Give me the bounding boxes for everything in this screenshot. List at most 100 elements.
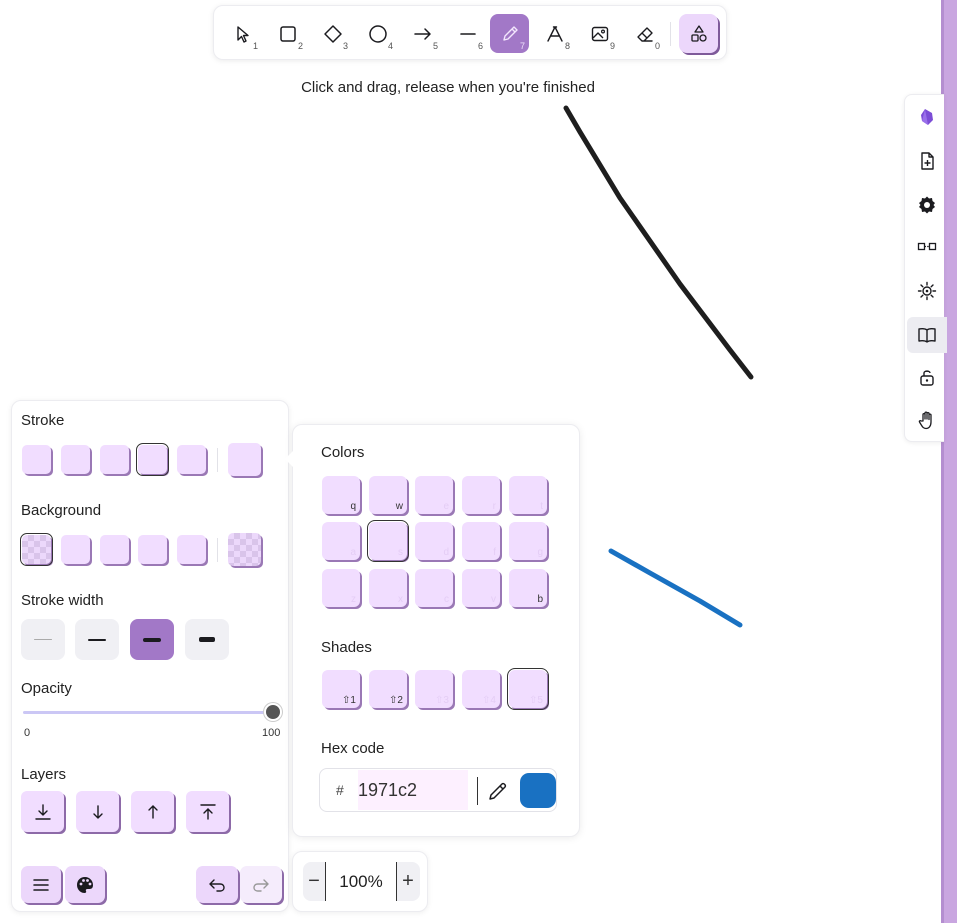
stroke-color-swatch[interactable] bbox=[22, 445, 51, 474]
main-menu-button[interactable] bbox=[21, 866, 61, 903]
undo-icon bbox=[209, 878, 225, 892]
palette-color-swatch[interactable]: d bbox=[415, 522, 453, 560]
excalidraw-app: 1 2 3 4 5 6 7 8 9 0 Click and drag, rele… bbox=[0, 0, 957, 923]
hex-code-field: # 1971c2 bbox=[319, 768, 557, 812]
send-backward-button[interactable] bbox=[76, 791, 119, 832]
swatch-key: ⇧4 bbox=[482, 695, 496, 706]
tool-arrow[interactable]: 5 bbox=[403, 14, 442, 53]
tool-selection[interactable]: 1 bbox=[223, 14, 262, 53]
extra-tools-button[interactable] bbox=[679, 14, 718, 53]
tool-key: 1 bbox=[252, 41, 258, 51]
background-color-swatch[interactable] bbox=[61, 535, 90, 564]
stroke-width-heavy-button[interactable] bbox=[185, 619, 229, 660]
bring-to-front-button[interactable] bbox=[186, 791, 229, 832]
redo-button[interactable] bbox=[240, 866, 282, 903]
swatch-key: f bbox=[493, 547, 496, 558]
stroke-width-bold-button[interactable] bbox=[75, 619, 119, 660]
library-button[interactable] bbox=[907, 317, 947, 353]
palette-color-swatch[interactable]: c bbox=[415, 569, 453, 607]
shade-swatch[interactable]: ⇧3 bbox=[415, 670, 453, 708]
background-transparent-swatch[interactable] bbox=[20, 533, 53, 566]
sun-gear-icon bbox=[917, 281, 937, 301]
zoom-group: − 100% + bbox=[303, 862, 420, 901]
undo-button[interactable] bbox=[196, 866, 238, 903]
shade-swatch-selected[interactable]: ⇧5 bbox=[507, 668, 549, 710]
hex-code-input[interactable]: 1971c2 bbox=[358, 770, 468, 810]
stroke-width-extra-bold-button[interactable] bbox=[130, 619, 174, 660]
tool-text[interactable]: 8 bbox=[535, 14, 574, 53]
zoom-out-button[interactable]: − bbox=[303, 862, 325, 901]
lock-button[interactable] bbox=[907, 359, 947, 395]
palette-color-swatch[interactable]: r bbox=[462, 476, 500, 514]
stroke-custom-color-button[interactable] bbox=[228, 443, 261, 476]
bring-forward-button[interactable] bbox=[131, 791, 174, 832]
palette-color-swatch-selected[interactable]: s bbox=[367, 520, 409, 562]
palette-color-swatch[interactable]: e bbox=[415, 476, 453, 514]
freedraw-stroke-blue[interactable] bbox=[608, 548, 743, 628]
toolbar-divider bbox=[670, 22, 671, 46]
shade-swatch[interactable]: ⇧4 bbox=[462, 670, 500, 708]
hand-tool-button[interactable] bbox=[907, 402, 947, 438]
swatch-key: s bbox=[398, 547, 403, 558]
pointer-icon bbox=[236, 25, 249, 43]
palette-color-swatch[interactable]: v bbox=[462, 569, 500, 607]
stroke-color-swatch[interactable] bbox=[177, 445, 206, 474]
arrow-down-icon bbox=[92, 804, 103, 819]
tool-eraser[interactable]: 0 bbox=[625, 14, 664, 53]
new-file-button[interactable] bbox=[907, 143, 947, 179]
file-plus-icon bbox=[921, 152, 934, 170]
stroke-color-swatch[interactable] bbox=[61, 445, 90, 474]
tool-rectangle[interactable]: 2 bbox=[268, 14, 307, 53]
settings-button[interactable] bbox=[907, 187, 947, 223]
palette-color-swatch[interactable]: z bbox=[322, 569, 360, 607]
palette-color-swatch[interactable]: g bbox=[509, 522, 547, 560]
opacity-slider-track[interactable] bbox=[23, 711, 273, 714]
background-color-swatch[interactable] bbox=[100, 535, 129, 564]
opacity-slider-thumb[interactable] bbox=[264, 703, 282, 721]
palette-color-swatch[interactable]: x bbox=[369, 569, 407, 607]
stroke-title: Stroke bbox=[21, 412, 65, 429]
stroke-color-swatch-selected[interactable] bbox=[136, 443, 169, 476]
stroke-width-thin-button[interactable] bbox=[21, 619, 65, 660]
eraser-icon bbox=[636, 26, 653, 42]
tool-draw[interactable]: 7 bbox=[490, 14, 529, 53]
palette-color-swatch[interactable]: q bbox=[322, 476, 360, 514]
stroke-color-swatch[interactable] bbox=[100, 445, 129, 474]
freedraw-stroke-black[interactable] bbox=[563, 105, 754, 380]
palette-color-swatch[interactable]: a bbox=[322, 522, 360, 560]
tool-line[interactable]: 6 bbox=[448, 14, 487, 53]
main-toolbar: 1 2 3 4 5 6 7 8 9 0 bbox=[213, 5, 727, 60]
swatch-key: ⇧1 bbox=[342, 695, 356, 706]
tool-diamond[interactable]: 3 bbox=[313, 14, 352, 53]
book-open-icon bbox=[918, 328, 936, 343]
tool-key: 7 bbox=[519, 41, 525, 51]
background-custom-color-button[interactable] bbox=[228, 533, 261, 566]
zoom-in-button[interactable]: + bbox=[397, 862, 419, 901]
obsidian-button[interactable] bbox=[907, 99, 947, 135]
swatch-key: e bbox=[443, 501, 449, 512]
unlock-icon bbox=[920, 370, 934, 386]
background-color-swatch[interactable] bbox=[138, 535, 167, 564]
bring-to-front-icon bbox=[199, 803, 216, 820]
tool-ellipse[interactable]: 4 bbox=[358, 14, 397, 53]
rectangle-icon bbox=[279, 25, 296, 42]
link-nodes-button[interactable] bbox=[907, 229, 947, 265]
colors-title: Colors bbox=[321, 444, 365, 461]
scripts-button[interactable] bbox=[907, 273, 947, 309]
background-color-swatch[interactable] bbox=[177, 535, 206, 564]
palette-color-swatch[interactable]: t bbox=[509, 476, 547, 514]
color-picker-popup: Colors q w e r t a s d f g z x c v b Sha… bbox=[285, 424, 580, 837]
eyedropper-icon[interactable] bbox=[486, 779, 510, 803]
shade-swatch[interactable]: ⇧2 bbox=[369, 670, 407, 708]
palette-color-swatch[interactable]: b bbox=[509, 569, 547, 607]
tool-image[interactable]: 9 bbox=[580, 14, 619, 53]
swatch-key: b bbox=[537, 594, 543, 605]
palette-color-swatch[interactable]: w bbox=[369, 476, 407, 514]
palette-color-swatch[interactable]: f bbox=[462, 522, 500, 560]
layers-title: Layers bbox=[21, 766, 67, 783]
shade-swatch[interactable]: ⇧1 bbox=[322, 670, 360, 708]
send-to-back-button[interactable] bbox=[21, 791, 64, 832]
swatch-divider bbox=[217, 538, 218, 562]
color-palette-button[interactable] bbox=[65, 866, 105, 903]
zoom-reset-button[interactable]: 100% bbox=[325, 862, 397, 901]
